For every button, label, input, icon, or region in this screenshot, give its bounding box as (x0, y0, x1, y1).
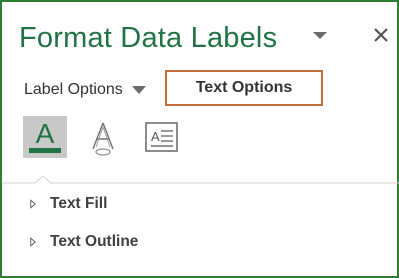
tab-text-options[interactable]: Text Options (165, 70, 323, 106)
textbox-icon[interactable]: A (144, 120, 180, 156)
section-divider (2, 172, 399, 184)
tab-label-options-label: Label Options (24, 81, 123, 98)
task-pane-options-dropdown-icon[interactable] (313, 32, 327, 39)
tab-label-options[interactable]: Label Options (24, 76, 146, 104)
text-outline-section[interactable]: Text Outline (30, 231, 138, 253)
tab-text-options-label: Text Options (195, 79, 293, 96)
text-outline-label: Text Outline (50, 233, 139, 250)
text-fill-outline-icon[interactable]: A (23, 116, 67, 158)
expand-arrow-icon (30, 199, 36, 209)
text-effects-icon[interactable] (86, 118, 120, 158)
chevron-down-icon (131, 86, 146, 94)
pane-title: Format Data Labels (19, 22, 278, 54)
close-icon[interactable] (368, 22, 394, 48)
text-fill-label: Text Fill (50, 195, 108, 212)
format-data-labels-pane: Format Data Labels Label Options Text Op… (0, 0, 399, 278)
expand-arrow-icon (30, 237, 36, 247)
svg-text:A: A (36, 118, 55, 149)
text-fill-section[interactable]: Text Fill (30, 193, 107, 215)
svg-text:A: A (151, 129, 160, 144)
